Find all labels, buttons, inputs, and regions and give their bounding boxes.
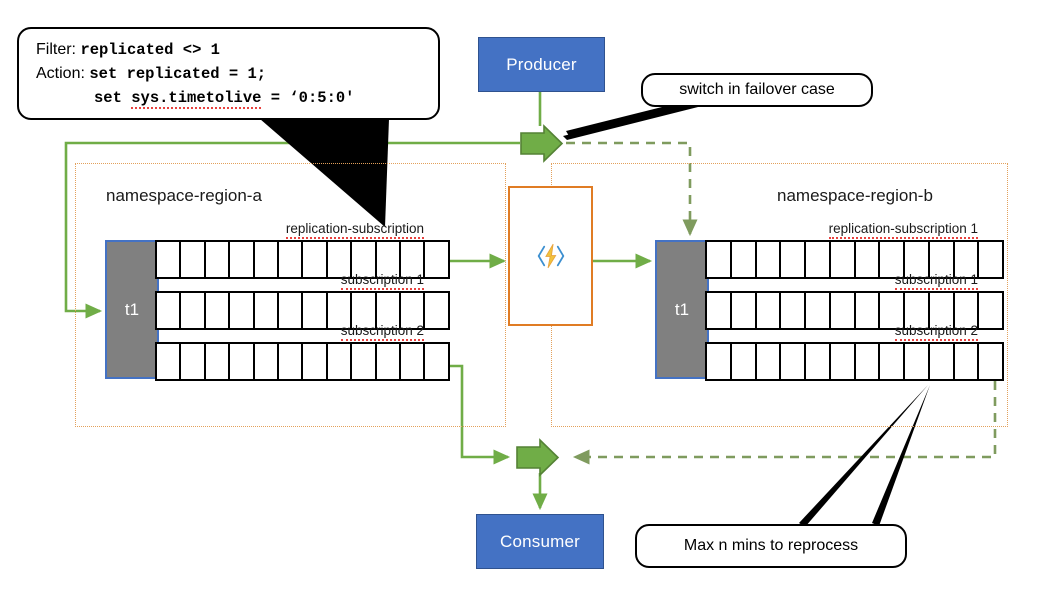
topic-label: t1 [674, 299, 690, 319]
queue-cell [855, 344, 881, 379]
queue-cell [303, 344, 328, 379]
queue-cell [425, 344, 448, 379]
topic-t1-region-b[interactable]: t1 [655, 240, 709, 379]
action-ttl-field: sys.timetolive [131, 89, 262, 109]
queue-cell [230, 344, 255, 379]
topic-t1-region-a[interactable]: t1 [105, 240, 159, 379]
queue-cell [376, 344, 402, 379]
region-b-queue-label-2: subscription 2 [0, 323, 978, 341]
queue-cell [905, 344, 930, 379]
action-set-keyword: set [94, 89, 132, 107]
queue-cell [327, 344, 353, 379]
queue-cell [181, 344, 206, 379]
region-b-queue-label-1: subscription 1 [0, 272, 978, 290]
region-b-queue-2[interactable] [705, 342, 1004, 381]
queue-cell [979, 344, 1002, 379]
queue-cell [929, 344, 955, 379]
queue-cell [279, 344, 304, 379]
queue-cell [401, 344, 426, 379]
queue-cell [830, 344, 856, 379]
action-ttl-value: = ‘0:5:0' [261, 89, 355, 107]
queue-cell [157, 344, 182, 379]
block-arrow-top [520, 124, 564, 163]
block-arrow-bottom [516, 438, 560, 477]
action-line-1: Action: set replicated = 1; [36, 62, 438, 86]
action-line-2: set sys.timetolive = ‘0:5:0' [36, 86, 438, 110]
queue-cell [781, 344, 806, 379]
consumer-label: Consumer [499, 531, 581, 551]
queue-cell [954, 344, 980, 379]
queue-cell [806, 344, 831, 379]
queue-cell [880, 344, 905, 379]
callout-switch-text: switch in failover case [679, 81, 835, 98]
callout-failover-switch: switch in failover case [641, 73, 873, 107]
region-b-queue-label-0: replication-subscription 1 [0, 221, 978, 239]
consumer-box[interactable]: Consumer [476, 514, 604, 569]
region-a-title: namespace-region-a [106, 186, 262, 205]
queue-cell [205, 344, 231, 379]
callout-reprocess: Max n mins to reprocess [635, 524, 907, 568]
diagram-canvas: namespace-region-a namespace-region-b t1… [0, 0, 1046, 592]
queue-cell [352, 344, 377, 379]
queue-cell [254, 344, 280, 379]
callout-reprocess-text: Max n mins to reprocess [683, 537, 859, 554]
callout-filter-rule: Filter: replicated <> 1 Action: set repl… [17, 27, 440, 120]
filter-expression: replicated <> 1 [80, 41, 220, 59]
azure-function-box[interactable] [508, 186, 593, 326]
action-statement-1: set replicated = 1; [89, 65, 267, 83]
queue-cell [756, 344, 782, 379]
queue-cell [731, 344, 757, 379]
region-a-queue-2[interactable] [155, 342, 450, 381]
queue-cell [707, 344, 732, 379]
producer-label: Producer [506, 54, 577, 74]
queue-cell [979, 293, 1002, 328]
filter-label: Filter: [36, 41, 76, 58]
region-b-title: namespace-region-b [777, 186, 933, 205]
producer-box[interactable]: Producer [478, 37, 605, 92]
topic-label: t1 [124, 299, 140, 319]
queue-cell [979, 242, 1002, 277]
filter-line: Filter: replicated <> 1 [36, 38, 438, 62]
azure-function-lightning-icon [537, 243, 564, 269]
action-label: Action: [36, 65, 85, 82]
